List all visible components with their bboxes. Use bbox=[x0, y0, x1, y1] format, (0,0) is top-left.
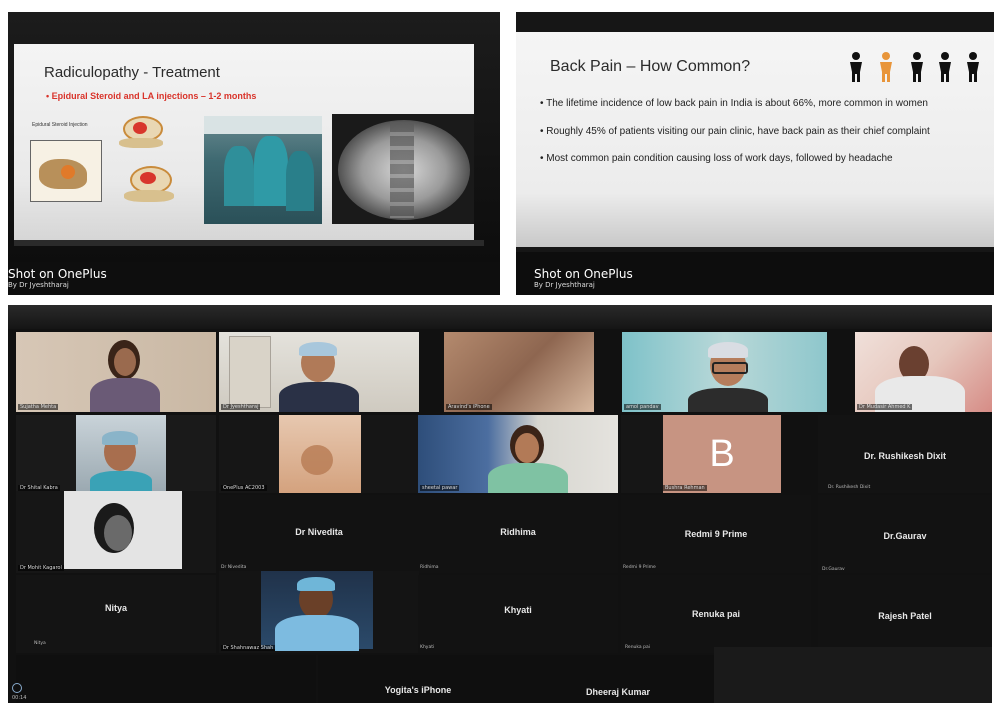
slide-bullet: • Epidural Steroid and LA injections – 1… bbox=[46, 91, 257, 101]
participant-name: sheetal pawar bbox=[420, 485, 460, 491]
watermark-sub: By Dr Jyeshtharaj bbox=[8, 281, 69, 289]
slide-bullet-text: Epidural Steroid and LA injections – 1-2… bbox=[51, 91, 257, 101]
avatar: B bbox=[663, 415, 781, 493]
participant-name: Dr Jyeshtharaj bbox=[221, 404, 261, 410]
participant-name: amol pandav bbox=[624, 404, 661, 410]
video-tile[interactable]: Dr Mohit Kagarol bbox=[16, 491, 216, 573]
name-tile[interactable]: Dr Nivedita Dr Nivedita bbox=[219, 495, 419, 573]
participant-center-name: Renuka pai bbox=[691, 609, 740, 619]
watermark-sub: By Dr Jyeshtharaj bbox=[534, 281, 595, 289]
bullet-text: The lifetime incidence of low back pain … bbox=[546, 98, 928, 109]
slide-title: Back Pain – How Common? bbox=[550, 58, 751, 75]
name-tile[interactable]: Ridhima Ridhima bbox=[418, 495, 618, 573]
slide-bullet-2: • Roughly 45% of patients visiting our p… bbox=[540, 126, 930, 137]
video-tile[interactable]: Dr Shital Kabra bbox=[16, 415, 216, 493]
slide-screen: Radiculopathy - Treatment • Epidural Ste… bbox=[14, 44, 474, 240]
participant-name: Dr. Rushikesh Dixit bbox=[828, 485, 871, 490]
person-icon bbox=[850, 52, 862, 82]
video-tile[interactable]: Dr Shahnawaz Shah bbox=[219, 571, 419, 653]
name-tile[interactable]: Dr. Rushikesh Dixit Dr. Rushikesh Dixit bbox=[818, 415, 992, 493]
participant-name: Aravind's iPhone bbox=[446, 404, 492, 410]
photo-slide-radiculopathy: Radiculopathy - Treatment • Epidural Ste… bbox=[8, 12, 500, 295]
participant-name: Nitya bbox=[34, 641, 46, 646]
person-icon bbox=[911, 52, 923, 82]
person-icon bbox=[939, 52, 951, 82]
participant-center-name: Dr.Gaurav bbox=[883, 531, 927, 541]
participant-name: Renuka pai bbox=[625, 645, 650, 650]
video-tile[interactable]: sheetal pawar bbox=[418, 415, 618, 493]
participant-center-name: Rajesh Patel bbox=[878, 611, 932, 621]
camera-watermark: Shot on OnePlus By Dr Jyeshtharaj bbox=[8, 267, 107, 289]
participant-center-name: Redmi 9 Prime bbox=[684, 529, 748, 539]
video-tile-avatar[interactable]: B Bushra Rehman bbox=[621, 415, 781, 493]
watermark-text: Shot on OnePlus bbox=[8, 267, 107, 281]
person-icon-highlight bbox=[880, 52, 892, 82]
participant-center-name: Dr. Rushikesh Dixit bbox=[863, 451, 947, 461]
name-tile[interactable]: Renuka pai Renuka pai bbox=[621, 575, 811, 653]
name-tile[interactable]: Dheeraj Kumar bbox=[518, 655, 718, 703]
person-icon bbox=[967, 52, 979, 82]
participant-name: Dr Shahnawaz Shah bbox=[221, 645, 276, 651]
slide-title: Radiculopathy - Treatment bbox=[44, 64, 220, 81]
name-tile[interactable]: Nitya Nitya bbox=[16, 575, 216, 653]
watermark-text: Shot on OnePlus bbox=[534, 267, 633, 281]
meeting-gallery: Sujatha Mehta Dr Jyeshtharaj Aravind's i… bbox=[8, 305, 992, 703]
spine-diagram: Epidural Steroid Injection bbox=[24, 116, 194, 226]
participant-center-name: Nitya bbox=[104, 603, 127, 613]
video-tile[interactable]: Dr Jyeshtharaj bbox=[219, 332, 419, 412]
people-icons bbox=[846, 50, 994, 84]
video-tile[interactable]: Sujatha Mehta bbox=[16, 332, 216, 412]
participant-center-name: Dr Nivedita bbox=[295, 527, 343, 537]
diagram-label: Epidural Steroid Injection bbox=[32, 122, 88, 128]
participant-name: Dr.Gaurav bbox=[822, 567, 845, 572]
slide-bullet-3: • Most common pain condition causing los… bbox=[540, 153, 893, 164]
participant-center-name: Dheeraj Kumar bbox=[585, 687, 651, 697]
people-icon-row bbox=[850, 52, 979, 82]
photo-slide-back-pain: Back Pain – How Common? • The lifetime i… bbox=[516, 12, 994, 295]
participant-name: Dr Mudasir Ahmed K bbox=[857, 404, 913, 410]
name-tile[interactable]: Khyati Khyati bbox=[418, 575, 618, 653]
name-tile[interactable]: Rajesh Patel Rajesh Patel bbox=[818, 575, 992, 653]
participant-name: Ridhima bbox=[420, 565, 439, 570]
participant-center-name: Yogita's iPhone bbox=[384, 685, 452, 695]
participant-name: Sujatha Mehta bbox=[18, 404, 59, 410]
operating-room-photo bbox=[204, 116, 322, 224]
taskbar-strip bbox=[14, 240, 484, 246]
fluoroscopy-image bbox=[332, 114, 474, 224]
participant-center-name: Ridhima bbox=[500, 527, 536, 537]
bullet-text: Roughly 45% of patients visiting our pai… bbox=[546, 126, 930, 137]
video-tile[interactable]: Aravind's iPhone bbox=[444, 332, 594, 412]
slide-screen: Back Pain – How Common? • The lifetime i… bbox=[516, 32, 994, 247]
vertebra-bottom bbox=[124, 166, 174, 216]
spine-section-box bbox=[30, 140, 102, 202]
name-tile[interactable]: Dr.Gaurav Dr.Gaurav bbox=[818, 495, 992, 573]
name-tile[interactable] bbox=[714, 647, 992, 703]
participant-center-name: Khyati bbox=[504, 605, 532, 615]
avatar-letter: B bbox=[709, 432, 735, 475]
participant-name: Redmi 9 Prime bbox=[623, 565, 656, 570]
participant-name: OnePlus AC2003 bbox=[221, 485, 267, 491]
bullet-text: Most common pain condition causing loss … bbox=[546, 153, 893, 164]
name-tile[interactable]: Redmi 9 Prime Redmi 9 Prime bbox=[621, 495, 811, 573]
vertebra-top bbox=[119, 116, 163, 156]
name-tile[interactable]: Yogita's iPhone bbox=[318, 655, 518, 703]
name-tile[interactable] bbox=[16, 655, 316, 703]
participant-name: Khyati bbox=[420, 645, 435, 650]
video-tile[interactable]: amol pandav bbox=[622, 332, 827, 412]
record-icon[interactable] bbox=[12, 683, 22, 693]
participant-name: Dr Nivedita bbox=[221, 565, 247, 570]
participant-name: Bushra Rehman bbox=[663, 485, 707, 491]
slide-bullet-1: • The lifetime incidence of low back pai… bbox=[540, 98, 928, 109]
participant-name: Dr Mohit Kagarol bbox=[18, 565, 64, 571]
video-tile[interactable]: OnePlus AC2003 bbox=[219, 415, 419, 493]
camera-watermark: Shot on OnePlus By Dr Jyeshtharaj bbox=[534, 267, 633, 289]
video-tile[interactable]: Dr Mudasir Ahmed K bbox=[855, 332, 992, 412]
meeting-timer: 00:14 bbox=[12, 695, 27, 701]
